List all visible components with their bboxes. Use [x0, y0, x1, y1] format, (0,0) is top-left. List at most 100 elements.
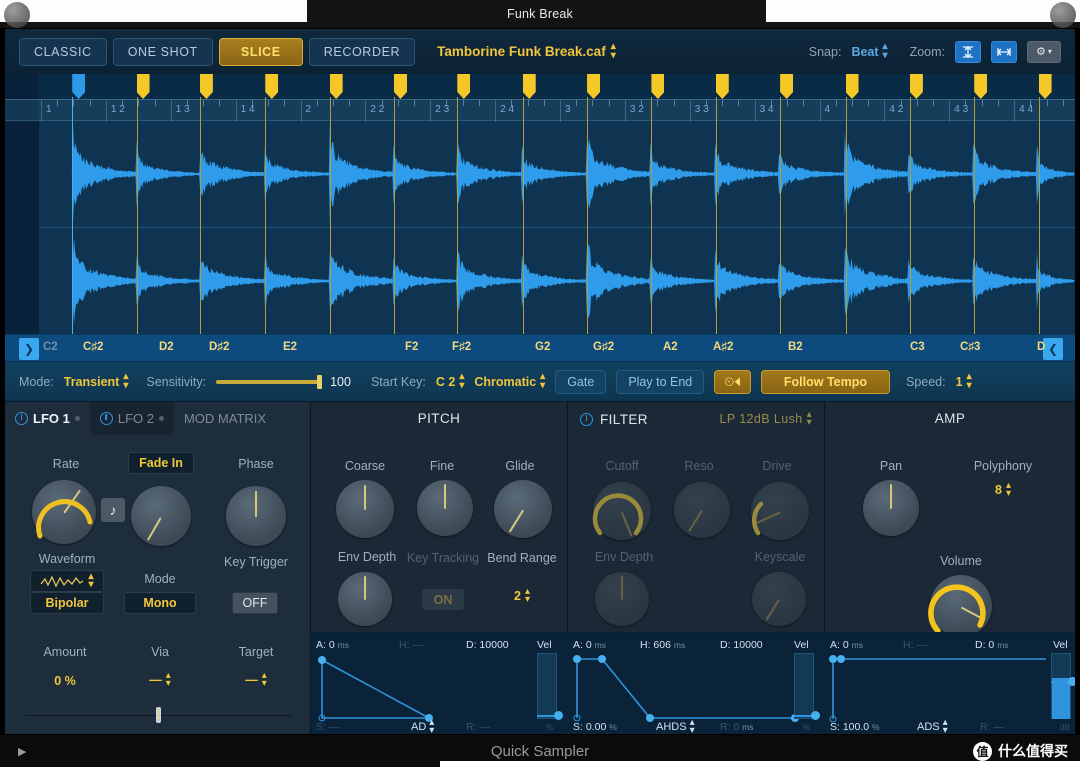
tab-lfo-2[interactable]: LFO 2 — [89, 402, 174, 435]
pitch-env-depth-knob[interactable] — [338, 572, 392, 626]
start-key-menu[interactable]: C 2 ▴ ▾ — [436, 372, 464, 390]
pitch-coarse-knob[interactable] — [336, 480, 394, 538]
filter-env-depth-knob[interactable] — [595, 572, 649, 626]
snap-value-menu[interactable]: Beat ▴ ▾ — [851, 42, 887, 60]
slice-flag-4[interactable] — [329, 74, 343, 99]
music-note-icon[interactable]: ♪ — [101, 498, 125, 522]
slice-line-15[interactable] — [1038, 97, 1040, 334]
lfo-amount-value[interactable]: 0 % — [21, 674, 109, 688]
amp-env-vel-handle[interactable] — [1068, 677, 1075, 686]
slice-line-0[interactable] — [72, 97, 74, 334]
slice-line-10[interactable] — [715, 97, 717, 334]
slice-line-7[interactable] — [522, 97, 524, 334]
pitch-env-vel-handle[interactable] — [554, 711, 563, 720]
slice-line-1[interactable] — [136, 97, 138, 334]
pitch-env-mode-menu[interactable]: AD ▴ ▾ — [411, 717, 434, 734]
slice-flag-15[interactable] — [1038, 74, 1052, 99]
lfo-mode-button[interactable]: Mono — [124, 592, 196, 614]
sensitivity-slider[interactable] — [216, 374, 323, 389]
slice-line-12[interactable] — [845, 97, 847, 334]
slice-line-4[interactable] — [329, 97, 331, 334]
slice-flag-7[interactable] — [522, 74, 536, 99]
tab-lfo-1[interactable]: LFO 1 — [5, 402, 90, 435]
key-label-7[interactable]: G2 — [535, 341, 550, 353]
key-label-3[interactable]: D♯2 — [209, 341, 229, 353]
pitch-fine-knob[interactable] — [417, 480, 473, 536]
amp-pan-knob[interactable] — [863, 480, 919, 536]
key-label-12[interactable]: C3 — [910, 341, 925, 353]
mode-button-slice[interactable]: SLICE — [218, 37, 303, 66]
power-icon[interactable] — [99, 412, 113, 425]
chromatic-menu[interactable]: Chromatic ▴ ▾ — [474, 372, 545, 390]
lfo-fade-knob[interactable] — [131, 486, 191, 546]
sample-file-menu[interactable]: Tamborine Funk Break.caf ▴ ▾ — [437, 42, 616, 60]
slice-flag-0[interactable] — [72, 74, 86, 99]
pitch-env-vel-strip[interactable] — [537, 653, 557, 719]
slice-line-11[interactable] — [780, 97, 782, 334]
keyboard-scroll-right-button[interactable]: ❯ — [19, 338, 39, 360]
power-icon[interactable] — [580, 412, 593, 426]
window-right-knob[interactable] — [1050, 2, 1076, 28]
pitch-envelope-display[interactable]: A: 0 ms H: — D: 10000 Vel S: — AD ▴ ▾ R:… — [311, 632, 568, 734]
pitch-key-tracking-button[interactable]: ON — [422, 589, 464, 610]
key-label-8[interactable]: G♯2 — [593, 341, 614, 353]
slice-line-8[interactable] — [587, 97, 589, 334]
key-label-1[interactable]: C♯2 — [83, 341, 103, 353]
pitch-glide-knob[interactable] — [494, 480, 552, 538]
slice-flag-14[interactable] — [974, 74, 988, 99]
slice-flag-12[interactable] — [845, 74, 859, 99]
slice-flag-9[interactable] — [651, 74, 665, 99]
key-label-0[interactable]: C2 — [43, 341, 58, 353]
slice-flag-5[interactable] — [393, 74, 407, 99]
slice-line-13[interactable] — [909, 97, 911, 334]
key-label-13[interactable]: C♯3 — [960, 341, 980, 353]
slice-flag-6[interactable] — [457, 74, 471, 99]
slice-line-5[interactable] — [393, 97, 395, 334]
speed-menu[interactable]: 1 ▴ ▾ — [956, 372, 972, 390]
window-left-knob[interactable] — [4, 2, 30, 28]
reverse-icon[interactable]: ⏲⏴ — [714, 369, 751, 394]
filter-reso-knob[interactable] — [674, 482, 730, 538]
filter-envelope-display[interactable]: A: 0 ms H: 606 ms D: 10000 Vel S: 0.00 %… — [568, 632, 825, 734]
amp-env-mode-menu[interactable]: ADS ▴ ▾ — [917, 717, 948, 734]
lfo-waveform-selector[interactable]: ▴ ▾ — [30, 570, 104, 592]
keyboard-scroll-left-button[interactable]: ❮ — [1043, 338, 1063, 360]
key-label-5[interactable]: F2 — [405, 341, 418, 353]
slice-line-6[interactable] — [457, 97, 459, 334]
slice-flag-13[interactable] — [909, 74, 923, 99]
key-label-10[interactable]: A♯2 — [713, 341, 733, 353]
key-label-14[interactable]: D — [1037, 341, 1045, 353]
lfo-via-menu[interactable]: — ▴ ▾ — [120, 670, 200, 688]
lfo-target-menu[interactable]: — ▴ ▾ — [213, 670, 299, 688]
filter-env-mode-menu[interactable]: AHDS ▴ ▾ — [656, 717, 695, 734]
mode-button-classic[interactable]: CLASSIC — [19, 37, 107, 66]
slice-line-14[interactable] — [974, 97, 976, 334]
gate-button[interactable]: Gate — [555, 369, 607, 394]
amp-polyphony-menu[interactable]: 8 ▴ ▾ — [943, 480, 1063, 498]
filter-keyscale-knob[interactable] — [752, 572, 806, 626]
lfo-polarity-button[interactable]: Bipolar — [30, 592, 104, 614]
power-icon[interactable] — [15, 412, 28, 425]
filter-env-vel-strip[interactable] — [794, 653, 814, 719]
key-label-9[interactable]: A2 — [663, 341, 678, 353]
zoom-horizontal-icon[interactable] — [991, 40, 1017, 63]
fade-in-button[interactable]: Fade In — [128, 452, 194, 474]
mode-button-recorder[interactable]: RECORDER — [308, 37, 416, 66]
key-label-2[interactable]: D2 — [159, 341, 174, 353]
lfo-key-trigger-button[interactable]: OFF — [232, 592, 278, 614]
gear-icon[interactable]: ⚙ ▾ — [1027, 40, 1061, 63]
key-label-11[interactable]: B2 — [788, 341, 803, 353]
slice-line-9[interactable] — [651, 97, 653, 334]
slice-mode-menu[interactable]: Transient ▴ ▾ — [64, 372, 129, 390]
slice-flag-10[interactable] — [715, 74, 729, 99]
slice-flag-11[interactable] — [780, 74, 794, 99]
slice-flag-1[interactable] — [136, 74, 150, 99]
slice-line-2[interactable] — [199, 97, 201, 334]
lfo-phase-knob[interactable] — [226, 486, 286, 546]
mode-button-one-shot[interactable]: ONE SHOT — [112, 37, 213, 66]
key-label-6[interactable]: F♯2 — [452, 341, 471, 353]
slice-line-3[interactable] — [265, 97, 267, 334]
key-label-4[interactable]: E2 — [283, 341, 297, 353]
filter-env-vel-handle[interactable] — [811, 711, 820, 720]
play-to-end-button[interactable]: Play to End — [616, 369, 705, 394]
